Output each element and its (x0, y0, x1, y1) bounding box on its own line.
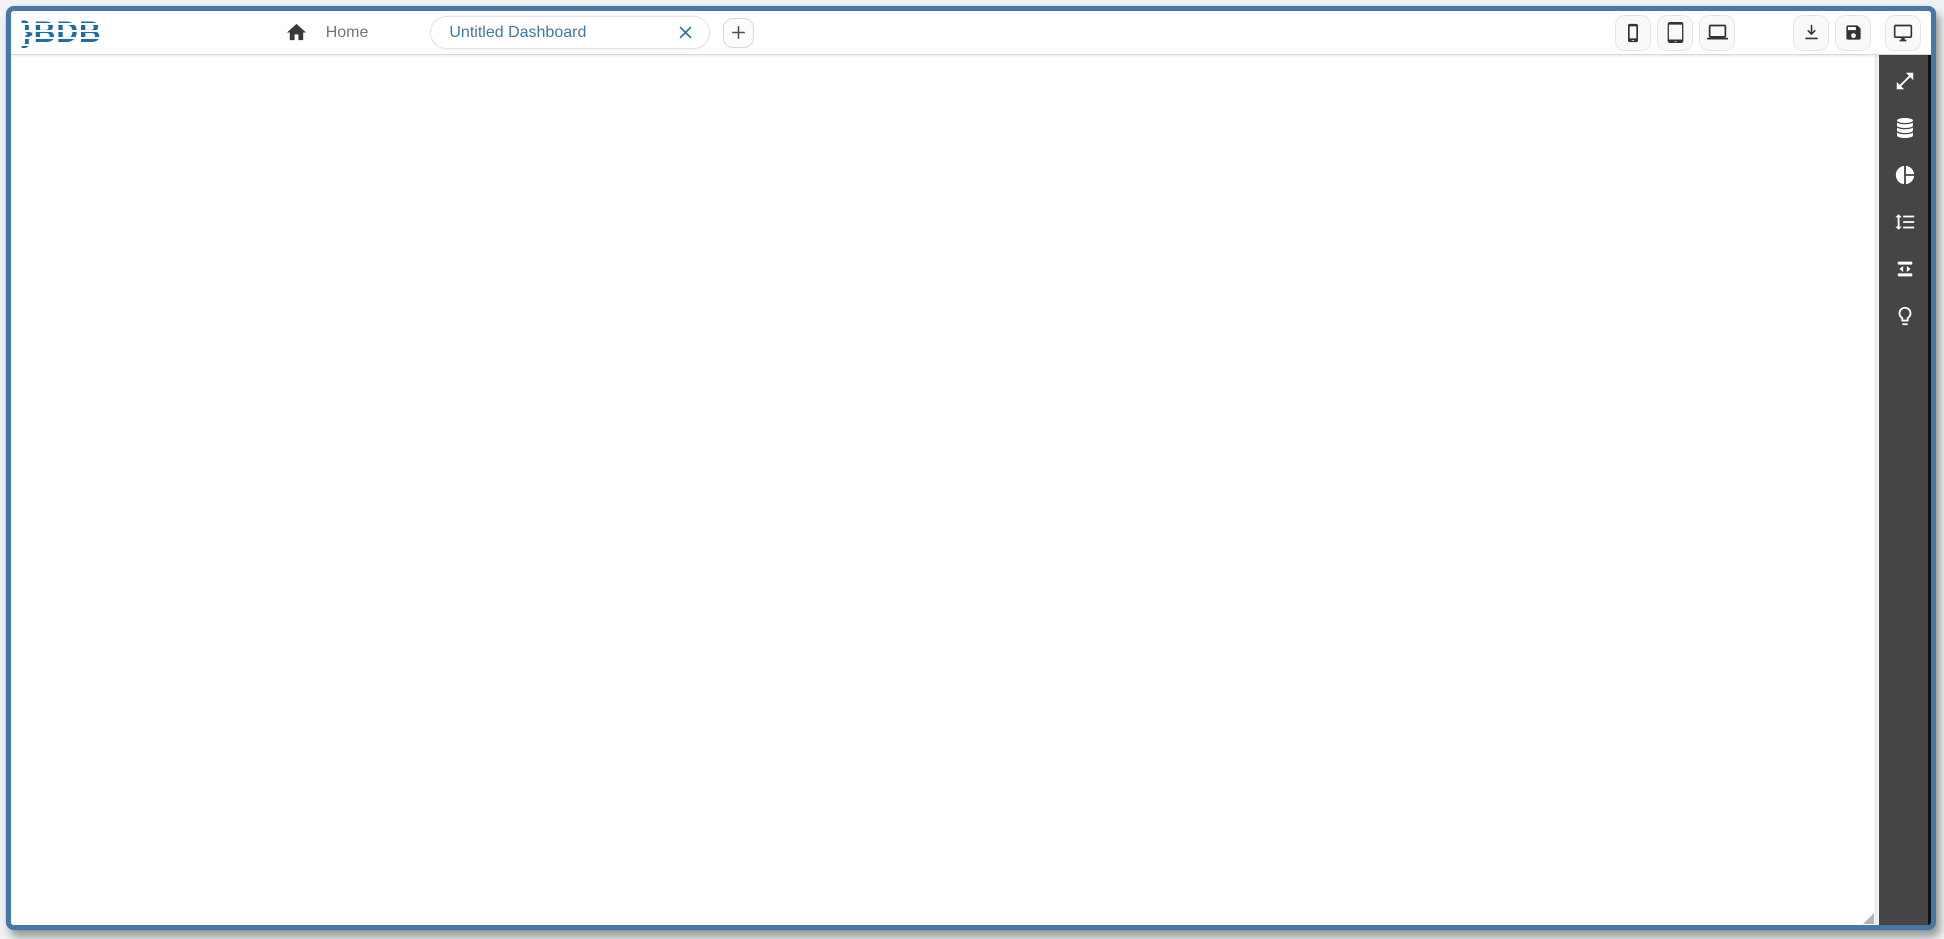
add-tab-button[interactable] (723, 17, 755, 48)
laptop-icon (1706, 24, 1728, 40)
plus-icon (732, 26, 746, 39)
desktop-monitor-icon (1893, 24, 1913, 41)
lightbulb-icon (1898, 306, 1912, 326)
download-icon (1804, 24, 1818, 40)
dashboard-tab-title: Untitled Dashboard (449, 23, 587, 41)
home-icon (286, 23, 306, 41)
app-window: }BDB Home Untitled Dashboard (6, 6, 1936, 930)
bdb-logo[interactable]: }BDB (21, 15, 102, 49)
home-button[interactable]: Home (285, 21, 369, 44)
swap-horizontal-icon (1897, 261, 1913, 277)
laptop-preview-button[interactable] (1699, 14, 1735, 51)
save-button[interactable] (1835, 14, 1871, 51)
expand-button[interactable] (1883, 61, 1927, 101)
content-row (11, 55, 1931, 925)
dashboard-tab[interactable]: Untitled Dashboard (430, 16, 711, 49)
logo-text: BDB (33, 15, 102, 49)
screen-preview-button[interactable] (1885, 14, 1921, 51)
swap-button[interactable] (1883, 249, 1927, 289)
toolbar-right-group (1609, 14, 1921, 51)
line-spacing-button[interactable] (1883, 202, 1927, 242)
tab-close-button[interactable] (675, 22, 696, 43)
top-toolbar: }BDB Home Untitled Dashboard (11, 11, 1931, 55)
expand-diagonal-icon (1896, 72, 1914, 90)
home-label: Home (325, 23, 369, 41)
canvas-resize-handle[interactable] (1863, 913, 1874, 924)
dashboard-canvas[interactable] (11, 55, 1875, 925)
close-icon (680, 26, 692, 39)
pie-chart-icon (1895, 165, 1915, 185)
line-spacing-icon (1895, 214, 1915, 230)
logo-mark-icon: } (21, 15, 33, 49)
save-icon (1845, 25, 1861, 40)
charts-button[interactable] (1883, 155, 1927, 195)
tablet-preview-button[interactable] (1657, 14, 1693, 51)
tablet-icon (1667, 22, 1683, 43)
right-sidebar (1879, 55, 1931, 925)
mobile-preview-button[interactable] (1615, 14, 1651, 51)
mobile-icon (1628, 23, 1638, 42)
database-icon (1897, 118, 1913, 138)
insights-button[interactable] (1883, 296, 1927, 336)
data-sources-button[interactable] (1883, 108, 1927, 148)
download-button[interactable] (1793, 14, 1829, 51)
page-background: }BDB Home Untitled Dashboard (0, 0, 1944, 939)
